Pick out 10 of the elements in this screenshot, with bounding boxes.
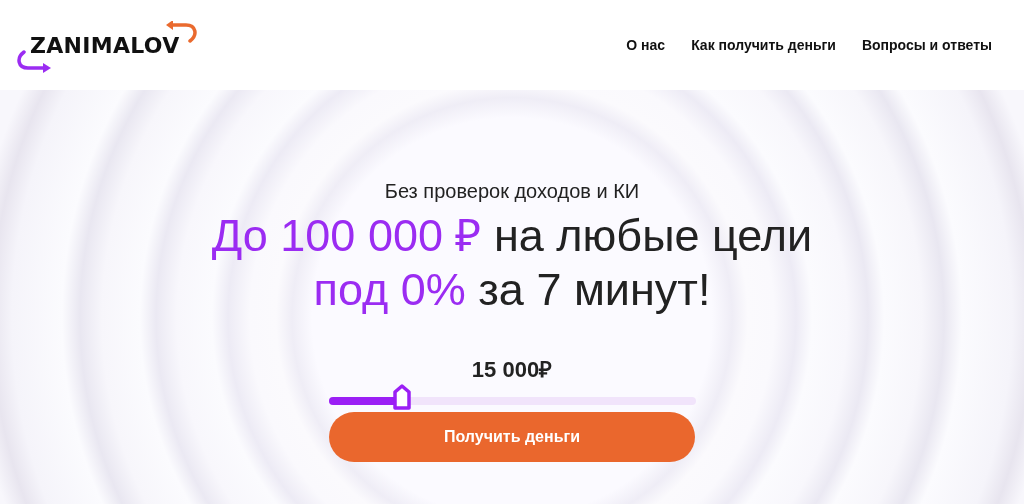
nav-link[interactable]: Как получить деньги: [691, 37, 836, 53]
nav-link[interactable]: Вопросы и ответы: [861, 37, 992, 53]
headline: До 100 000 ₽ на любые цели: [211, 209, 813, 263]
slider-handle[interactable]: [392, 384, 411, 410]
loan-amount: 15 000₽: [471, 356, 553, 383]
logo[interactable]: ZANIMALOV: [30, 32, 180, 58]
nav-link[interactable]: О нас: [626, 37, 666, 53]
amount-slider[interactable]: [328, 384, 696, 410]
headline: под 0% за 7 минут!: [313, 263, 711, 317]
hero-subtitle: Без проверок доходов и КИ: [384, 180, 640, 203]
